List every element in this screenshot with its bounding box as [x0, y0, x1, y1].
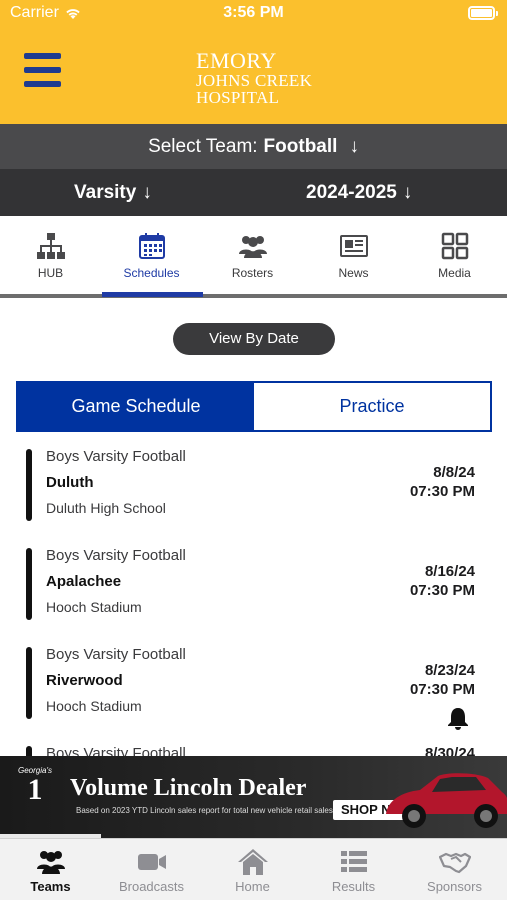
group-icon	[238, 236, 267, 258]
home-icon	[237, 849, 268, 875]
game-row[interactable]: Boys Varsity Football Apalachee Hooch St…	[0, 539, 507, 638]
game-row[interactable]: Boys Varsity Football 8/30/24	[0, 737, 507, 756]
bottom-tab-label: Teams	[30, 879, 71, 894]
tab-label: Rosters	[231, 266, 274, 280]
status-time: 3:56 PM	[223, 4, 284, 21]
game-venue: Duluth High School	[46, 500, 166, 516]
ad-title: Volume Lincoln Dealer	[70, 775, 307, 801]
game-opponent: Riverwood	[46, 672, 123, 689]
level-selector[interactable]: Varsity ↓	[74, 182, 152, 204]
team-icon	[36, 851, 65, 874]
practice-tab[interactable]: Practice	[254, 383, 490, 430]
section-tabs: HUB Schedules Rosters News Media	[0, 216, 507, 298]
list-icon	[340, 851, 367, 872]
ad-subtitle: Based on 2023 YTD Lincoln sales report f…	[76, 806, 336, 815]
video-camera-icon	[137, 854, 166, 870]
select-team-label: Select Team:	[148, 135, 258, 157]
game-list: Boys Varsity Football Duluth Duluth High…	[0, 440, 507, 756]
game-date: 8/23/24	[424, 662, 475, 679]
logo-line-3: HOSPITAL	[196, 88, 280, 107]
schedule-type-segment: Game Schedule Practice	[16, 381, 492, 432]
active-tab-indicator	[102, 292, 203, 297]
bottom-tab-bar: Teams Broadcasts Home Results Sponsors	[0, 838, 507, 900]
car-image	[386, 773, 507, 828]
sponsor-ad-banner[interactable]: Georgia's 1 Volume Lincoln Dealer Based …	[0, 756, 507, 838]
arrow-down-icon: ↓	[402, 182, 413, 203]
game-time: 07:30 PM	[409, 681, 475, 698]
game-row[interactable]: Boys Varsity Football Duluth Duluth High…	[0, 440, 507, 539]
bottom-tab-label: Sponsors	[427, 879, 482, 894]
sponsor-logo: EMORY JOHNS CREEK HOSPITAL	[196, 48, 313, 107]
game-sport: Boys Varsity Football	[46, 646, 186, 663]
season-label: 2024-2025	[306, 182, 397, 203]
game-stripe	[26, 548, 32, 620]
tab-media[interactable]: Media	[404, 216, 505, 294]
app-header: Carrier 3:56 PM EMORY JOHNS CREEK HOSPIT…	[0, 0, 507, 124]
bottom-tab-label: Broadcasts	[118, 879, 185, 894]
menu-bar	[24, 53, 61, 59]
game-stripe	[26, 449, 32, 521]
game-stripe	[26, 647, 32, 719]
handshake-icon	[438, 852, 471, 874]
status-bar: Carrier 3:56 PM	[0, 0, 507, 28]
ad-badge-number: 1	[27, 773, 43, 806]
game-date: 8/8/24	[433, 464, 475, 481]
ad-badge: Georgia's 1	[4, 766, 66, 824]
menu-button[interactable]	[24, 53, 61, 87]
game-schedule-tab[interactable]: Game Schedule	[18, 383, 254, 430]
bottom-tab-results[interactable]: Results	[303, 839, 404, 900]
logo-line-2: JOHNS CREEK	[196, 71, 313, 90]
tab-label: Schedules	[123, 266, 180, 280]
tab-label: HUB	[37, 266, 64, 280]
bottom-tab-teams[interactable]: Teams	[0, 839, 101, 900]
tab-schedules[interactable]: Schedules	[101, 216, 202, 294]
game-venue: Hooch Stadium	[46, 599, 142, 615]
game-sport: Boys Varsity Football	[46, 448, 186, 465]
arrow-down-icon: ↓	[349, 135, 359, 157]
logo-line-1: EMORY	[196, 48, 277, 73]
arrow-down-icon: ↓	[142, 182, 152, 203]
game-opponent: Duluth	[46, 474, 94, 491]
level-label: Varsity	[74, 182, 137, 203]
game-time: 07:30 PM	[409, 582, 475, 599]
bottom-tab-label: Home	[235, 879, 270, 894]
bottom-tab-broadcasts[interactable]: Broadcasts	[101, 839, 202, 900]
game-time: 07:30 PM	[409, 483, 475, 500]
game-row[interactable]: Boys Varsity Football Riverwood Hooch St…	[0, 638, 507, 737]
view-by-date-button[interactable]: View By Date	[173, 323, 335, 355]
menu-bar	[24, 67, 61, 73]
bottom-tab-home[interactable]: Home	[202, 839, 303, 900]
tab-label: News	[338, 266, 369, 280]
newspaper-icon	[339, 235, 368, 257]
game-opponent: Apalachee	[46, 573, 122, 590]
game-date: 8/30/24	[424, 745, 475, 756]
menu-bar	[24, 81, 61, 87]
tab-rosters[interactable]: Rosters	[202, 216, 303, 294]
game-date: 8/16/24	[424, 563, 475, 580]
battery-icon	[468, 6, 498, 20]
tab-news[interactable]: News	[303, 216, 404, 294]
game-stripe	[26, 746, 32, 756]
tab-hub[interactable]: HUB	[0, 216, 101, 294]
grid-icon	[441, 232, 468, 260]
game-sport: Boys Varsity Football	[46, 745, 186, 756]
game-sport: Boys Varsity Football	[46, 547, 186, 564]
hierarchy-icon	[36, 233, 65, 259]
bottom-tab-label: Results	[331, 879, 376, 894]
tab-label: Media	[438, 266, 471, 280]
level-season-bar: Varsity ↓ 2024-2025 ↓	[0, 169, 507, 216]
select-team-button[interactable]: Select Team: Football ↓	[0, 124, 507, 169]
selected-team: Football	[263, 135, 338, 157]
bell-icon[interactable]	[447, 706, 469, 730]
bottom-tab-sponsors[interactable]: Sponsors	[404, 839, 505, 900]
game-venue: Hooch Stadium	[46, 698, 142, 714]
season-selector[interactable]: 2024-2025 ↓	[306, 182, 412, 204]
calendar-icon	[138, 233, 165, 259]
